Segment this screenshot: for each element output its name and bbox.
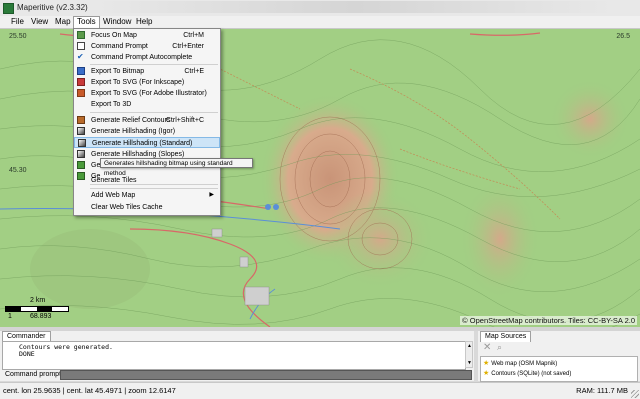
menu-item-add-web-map[interactable]: Add Web Map ▶ xyxy=(74,190,220,201)
menu-separator xyxy=(90,188,218,189)
menu-item-clear-web-tiles-cache[interactable]: Clear Web Tiles Cache xyxy=(74,202,220,213)
scale-bar-graphic xyxy=(5,306,69,312)
hillshade-icon xyxy=(78,139,86,147)
command-prompt-row: Command prompt: xyxy=(0,369,474,381)
title-bar: Maperitive (v2.3.32) xyxy=(0,0,640,16)
menu-item-focus-on-map[interactable]: Focus On Map Ctrl+M xyxy=(74,30,220,41)
menu-item-label: Command Prompt Autocomplete xyxy=(91,54,193,61)
menu-item-label: Clear Web Tiles Cache xyxy=(91,204,163,211)
command-prompt-icon xyxy=(77,42,85,50)
menu-help[interactable]: Help xyxy=(133,17,155,27)
status-ram: RAM: 111.7 MB xyxy=(576,386,628,395)
menu-item-label: Export To 3D xyxy=(91,101,132,108)
menu-file[interactable]: File xyxy=(8,17,27,27)
menu-item-command-prompt[interactable]: Command Prompt Ctrl+Enter xyxy=(74,41,220,52)
coord-left-mid: 45.30 xyxy=(9,167,27,174)
scroll-down-icon[interactable]: ▼ xyxy=(467,360,472,366)
menu-window[interactable]: Window xyxy=(100,17,134,27)
map-sources-toolbar: ✕ ⌕ xyxy=(480,342,636,355)
zoom-source-icon[interactable]: ⌕ xyxy=(497,342,502,353)
status-bar: cent. lon 25.9635 | cent. lat 45.4971 | … xyxy=(0,382,640,399)
remove-source-icon[interactable]: ✕ xyxy=(483,342,491,353)
submenu-arrow-icon: ▶ xyxy=(209,192,214,198)
menu-item-label: Ge xyxy=(91,162,101,169)
menu-item-export-svg-illustrator[interactable]: Export To SVG (For Adobe Illustrator) xyxy=(74,88,220,99)
map-source-item[interactable]: ★ Web map (OSM Mapnik) xyxy=(483,359,557,368)
menu-item-label: Generate Hillshading (Standard) xyxy=(92,140,193,147)
menu-item-relief-contours[interactable]: Generate Relief Contours Ctrl+Shift+C xyxy=(74,115,220,126)
coord-top-left: 25.50 xyxy=(9,33,27,40)
scale-bar: 2 km 1 68.893 xyxy=(5,297,69,323)
command-prompt-input[interactable] xyxy=(60,370,472,380)
menu-view[interactable]: View xyxy=(28,17,51,27)
menu-tools[interactable]: Tools xyxy=(73,16,100,28)
menu-item-label: Generate Relief Contours xyxy=(91,117,171,124)
title-bar-blur xyxy=(95,1,615,13)
star-icon: ★ xyxy=(483,370,490,377)
menu-item-label: Add Web Map xyxy=(91,192,136,199)
generate-icon xyxy=(77,161,85,169)
menu-item-label: Export To SVG (For Adobe Illustrator) xyxy=(91,90,207,97)
scroll-up-icon[interactable]: ▲ xyxy=(467,343,472,349)
menu-item-hillshading-standard[interactable]: Generate Hillshading (Standard) xyxy=(74,137,220,148)
command-prompt-label: Command prompt: xyxy=(5,371,63,378)
map-source-label: Contours (SQLite) (not saved) xyxy=(491,371,572,377)
menu-item-export-svg-inkscape[interactable]: Export To SVG (For Inkscape) xyxy=(74,77,220,88)
output-scrollbar[interactable]: ▲ ▼ xyxy=(465,341,473,368)
bitmap-icon xyxy=(77,67,85,75)
status-coordinates: cent. lon 25.9635 | cent. lat 45.4971 | … xyxy=(3,386,176,395)
menu-separator xyxy=(90,64,218,65)
tab-map-sources[interactable]: Map Sources xyxy=(480,331,532,342)
map-sources-list: ★ Web map (OSM Mapnik) ★ Contours (SQLite)… xyxy=(480,356,638,382)
menu-item-label: Command Prompt xyxy=(91,43,148,50)
menu-map[interactable]: Map xyxy=(52,17,74,27)
menu-item-export-3d[interactable]: Export To 3D xyxy=(74,99,220,110)
menu-item-shortcut: Ctrl+Shift+C xyxy=(165,117,204,124)
menu-item-shortcut: Ctrl+E xyxy=(184,68,204,75)
hillshade-icon xyxy=(77,150,85,158)
menu-item-shortcut: Ctrl+Enter xyxy=(172,43,204,50)
checkmark-icon: ✔ xyxy=(77,52,84,61)
menu-item-export-bitmap[interactable]: Export To Bitmap Ctrl+E xyxy=(74,66,220,77)
map-source-item[interactable]: ★ Contours (SQLite) (not saved) xyxy=(483,369,571,378)
menu-separator xyxy=(90,112,218,113)
scale-top-label: 2 km xyxy=(30,297,46,304)
menu-item-label: Export To SVG (For Inkscape) xyxy=(91,79,185,86)
menu-item-shortcut: Ctrl+M xyxy=(183,32,204,39)
commander-panel: Commander Contours were generated. DONE … xyxy=(0,331,474,381)
map-attribution: © OpenStreetMap contributors. Tiles: CC-… xyxy=(460,316,637,325)
tooltip: Generates hillshading bitmap using stand… xyxy=(100,158,253,177)
svg-inkscape-icon xyxy=(77,78,85,86)
app-icon xyxy=(3,3,14,14)
map-sources-panel: Map Sources ✕ ⌕ ★ Web map (OSM Mapnik) ★ C… xyxy=(478,331,640,382)
menu-item-label: Generate Hillshading (Igor) xyxy=(91,128,176,135)
hillshade-icon xyxy=(77,127,85,135)
coord-top-right: 26.5 xyxy=(616,33,630,40)
tools-menu: Focus On Map Ctrl+M Command Prompt Ctrl+… xyxy=(73,28,221,216)
resize-grip-icon[interactable] xyxy=(631,390,639,398)
window-title: Maperitive (v2.3.32) xyxy=(17,3,88,12)
menu-item-generate-tiles[interactable]: Generate Tiles xyxy=(74,175,220,186)
star-icon: ★ xyxy=(483,360,490,367)
output-line: DONE xyxy=(19,350,35,358)
menu-item-label: Export To Bitmap xyxy=(91,68,145,75)
menu-item-label: Focus On Map xyxy=(91,32,137,39)
scale-left-label: 1 xyxy=(8,313,12,320)
menu-item-command-prompt-autocomplete[interactable]: ✔ Command Prompt Autocomplete xyxy=(74,52,220,63)
map-source-label: Web map (OSM Mapnik) xyxy=(491,361,558,367)
svg-illustrator-icon xyxy=(77,89,85,97)
contours-icon xyxy=(77,116,85,124)
scale-right-label: 68.893 xyxy=(30,313,52,320)
commander-output: Contours were generated. DONE xyxy=(2,341,466,370)
focus-map-icon xyxy=(77,31,85,39)
menu-item-hillshading-igor[interactable]: Generate Hillshading (Igor) xyxy=(74,126,220,137)
